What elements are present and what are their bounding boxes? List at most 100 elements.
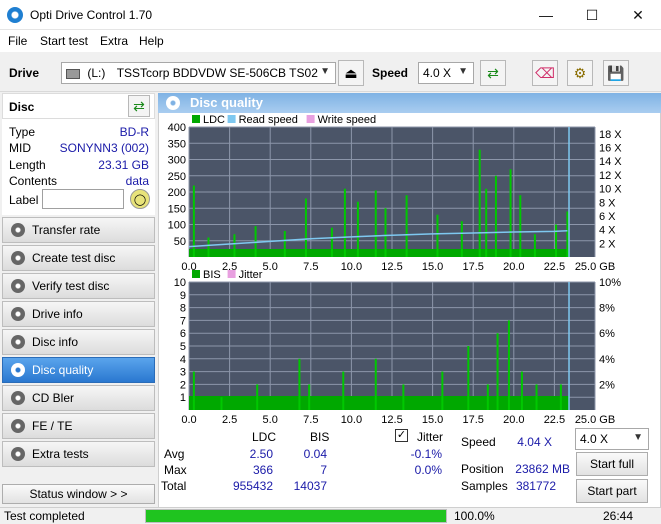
test-speed-value: 4.0 X (580, 432, 609, 446)
disc-icon (11, 307, 25, 321)
baseline-fill (189, 396, 570, 410)
maximize-button[interactable]: ☐ (569, 0, 615, 30)
disc-icon: ◯ (133, 193, 147, 206)
legend-label: Write speed (318, 114, 377, 126)
nav-label: Verify test disc (32, 279, 110, 293)
y-tick-label: 3 (180, 367, 186, 379)
y-right-tick-label: 10% (599, 277, 621, 289)
x-tick-label: 7.5 (303, 414, 318, 425)
test-speed-select[interactable]: 4.0 X ▼ (575, 428, 649, 450)
stats-max-label: Max (164, 463, 187, 477)
stats-header-bis: BIS (310, 430, 330, 444)
x-tick-label: 22.5 (544, 261, 565, 273)
x-tick-label: 5.0 (263, 261, 278, 273)
y-tick-label: 350 (168, 138, 186, 150)
settings-button[interactable]: ⚙ (567, 60, 593, 86)
disc-contents-label: Contents (9, 174, 58, 188)
nav-label: Disc quality (32, 363, 94, 377)
disc-header: Disc ⇄ (2, 93, 155, 119)
nav-disc-quality[interactable]: Disc quality (2, 357, 155, 383)
x-tick-label: 2.5 (222, 414, 237, 425)
y-tick-label: 10 (174, 277, 186, 289)
position-label: Position (461, 462, 504, 476)
nav-fe-te[interactable]: FE / TE (2, 413, 155, 439)
speed-select[interactable]: 4.0 X ▼ (418, 62, 474, 84)
nav-label: CD Bler (32, 391, 75, 405)
nav-create-test-disc[interactable]: Create test disc (2, 245, 155, 271)
legend-label: LDC (203, 114, 225, 126)
nav-drive-info[interactable]: Drive info (2, 301, 155, 327)
drive-label: Drive (9, 66, 40, 80)
nav-label: FE / TE (32, 419, 73, 433)
stats-header-ldc: LDC (252, 430, 277, 444)
menu-extra[interactable]: Extra (100, 34, 128, 48)
drive-select[interactable]: (L:) TSSTcorp BDDVDW SE-506CB TS02 ▼ (61, 62, 336, 84)
speed-select-value: 4.0 X (423, 66, 452, 80)
start-full-button[interactable]: Start full (576, 452, 648, 476)
disc-refresh-button[interactable]: ⇄ (128, 95, 150, 117)
nav-transfer-rate[interactable]: Transfer rate (2, 217, 155, 243)
x-tick-label: 22.5 (544, 414, 565, 425)
menu-help[interactable]: Help (139, 34, 164, 48)
label-apply-button[interactable]: ◯ (130, 189, 150, 209)
menu-start-test[interactable]: Start test (40, 34, 88, 48)
samples-label: Samples (461, 479, 508, 493)
x-tick-label: 20.0 (503, 261, 524, 273)
x-tick-label: 15.0 (422, 261, 443, 273)
x-tick-label: 25.0 GB (575, 414, 615, 425)
y-tick-label: 8 (180, 303, 186, 315)
nav-disc-info[interactable]: Disc info (2, 329, 155, 355)
disc-mid-label: MID (9, 141, 31, 155)
status-text: Test completed (4, 509, 85, 523)
save-button[interactable]: 💾 (603, 60, 629, 86)
menu-file[interactable]: File (8, 34, 27, 48)
nav-cd-bler[interactable]: CD Bler (2, 385, 155, 411)
eject-button[interactable]: ⏏ (338, 60, 364, 86)
y-right-tick-label: 14 X (599, 156, 622, 168)
nav-verify-test-disc[interactable]: Verify test disc (2, 273, 155, 299)
legend-swatch (227, 270, 236, 278)
drive-icon (66, 68, 80, 79)
position-value: 23862 MB (515, 462, 570, 476)
samples-value: 381772 (515, 479, 556, 493)
y-tick-label: 6 (180, 328, 186, 340)
progress-text: 100.0% (454, 509, 495, 523)
ldc-chart: 400 350 300 250 200 150 100 50 18 X 16 X14 X 12 X 1… (168, 114, 623, 273)
close-button[interactable]: ✕ (615, 0, 661, 30)
y-right-tick-label: 12 X (599, 170, 622, 182)
refresh-icon: ⇄ (133, 97, 145, 114)
stats-avg-ldc: 2.50 (249, 447, 273, 461)
y-tick-label: 7 (180, 315, 186, 327)
gear-icon: ⚙ (573, 64, 587, 81)
y-right-tick-label: 8 X (599, 197, 616, 209)
y-tick-label: 5 (180, 341, 186, 353)
chevron-down-icon: ▼ (633, 432, 643, 443)
erase-button[interactable]: ⌫ (532, 60, 558, 86)
legend-swatch (306, 115, 315, 123)
nav-extra-tests[interactable]: Extra tests (2, 441, 155, 467)
disc-label-input[interactable] (42, 189, 124, 209)
chevron-down-icon: ▼ (458, 66, 468, 77)
start-part-button[interactable]: Start part (576, 479, 648, 503)
eject-icon: ⏏ (344, 64, 358, 81)
app-icon (7, 7, 23, 23)
jitter-checkbox[interactable]: ✓ (395, 429, 408, 442)
disc-header-title: Disc (9, 100, 35, 114)
eraser-icon: ⌫ (535, 64, 555, 81)
refresh-speed-button[interactable]: ⇄ (480, 60, 506, 86)
y-tick-label: 4 (180, 354, 186, 366)
x-tick-label: 20.0 (503, 414, 524, 425)
stats-total-label: Total (161, 479, 187, 493)
y-tick-label: 150 (168, 203, 186, 215)
disc-icon (166, 96, 180, 110)
minimize-button[interactable]: — (523, 0, 569, 30)
stats-total-bis: 14037 (293, 479, 327, 493)
drive-name: TSSTcorp BDDVDW SE-506CB TS02 (116, 66, 318, 80)
y-right-tick-label: 2 X (599, 238, 616, 250)
x-tick-label: 0.0 (181, 414, 196, 425)
disc-icon (11, 223, 25, 237)
y-right-tick-label: 6% (599, 328, 615, 340)
charts-area: 4003503002502001501005018 X16 X14 X12 X1… (168, 114, 623, 425)
status-window-button[interactable]: Status window > > (2, 484, 155, 504)
y-right-tick-label: 18 X (599, 129, 622, 141)
